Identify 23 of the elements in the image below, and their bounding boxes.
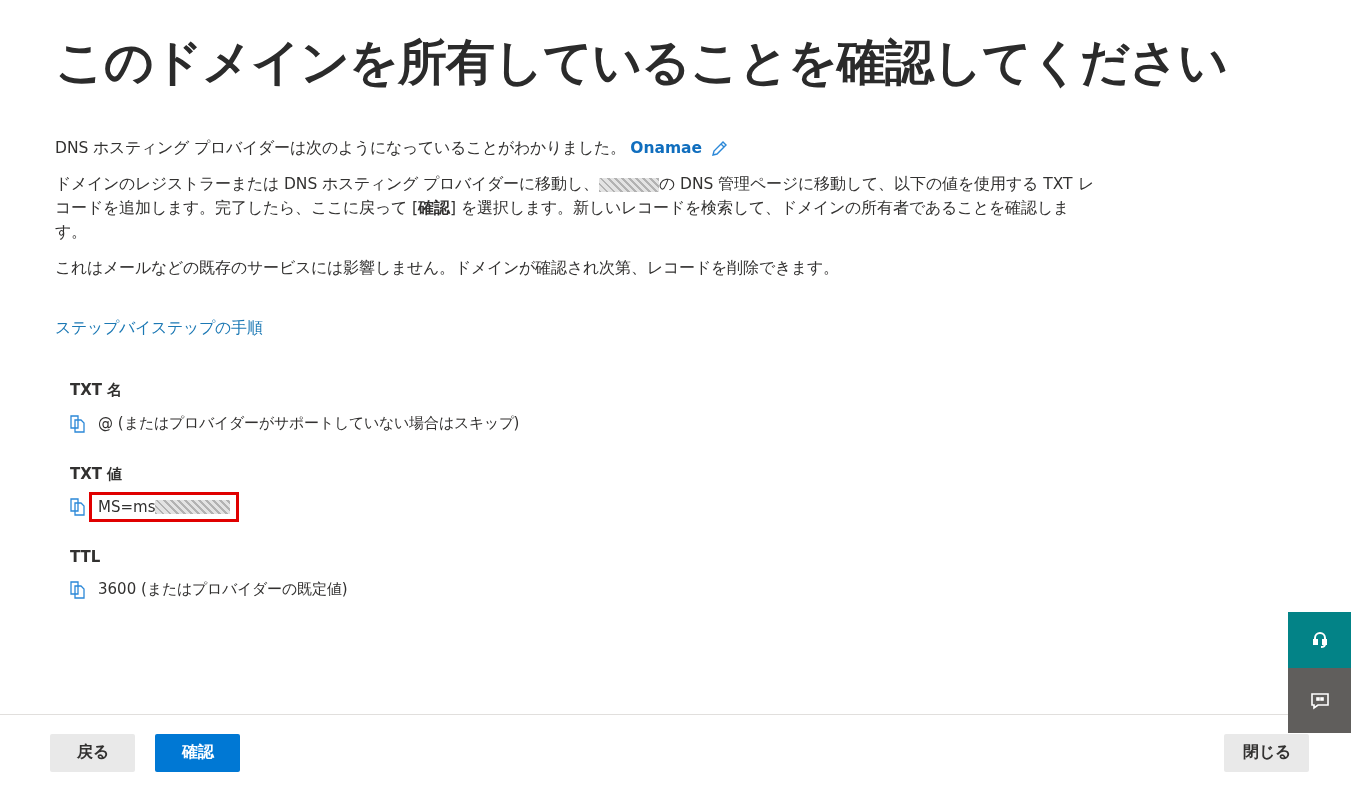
- copy-icon[interactable]: [70, 580, 86, 599]
- support-button[interactable]: [1288, 612, 1351, 668]
- copy-icon[interactable]: [70, 414, 86, 433]
- copy-icon[interactable]: [70, 498, 86, 516]
- record-value: 3600 (またはプロバイダーの既定値): [97, 579, 349, 600]
- record-label: TXT 値: [70, 465, 124, 484]
- record-label: TTL: [70, 548, 102, 566]
- note-text: これはメールなどの既存のサービスには影響しません。ドメインが確認され次第、レコードを削除できます。: [55, 258, 840, 279]
- chat-icon: [1309, 691, 1330, 710]
- page-title: このドメインを所有していることを確認してください: [55, 33, 1228, 93]
- record-label: TXT 名: [70, 381, 124, 400]
- provider-text: DNS ホスティング プロバイダーは次のようになっていることがわかりました。: [55, 139, 627, 157]
- headset-icon: [1311, 631, 1328, 649]
- pencil-icon[interactable]: [710, 139, 729, 158]
- provider-link[interactable]: Onamae: [630, 139, 703, 157]
- instructions-text: ドメインのレジストラーまたは DNS ホスティング プロバイダーに移動し、 の DNS 管理ページに移動して、以下の値を使用する TXT レコードを追加します。完了したら、ここに戻って [確認] を選択します。新しいレコードを検索して、ドメインの所有者であることを確認します。: [55, 174, 1095, 243]
- highlighted-value: MS=ms: [89, 492, 240, 522]
- back-button[interactable]: 戻る: [50, 733, 135, 772]
- confirm-button[interactable]: 確認: [155, 733, 240, 772]
- feedback-button[interactable]: [1288, 668, 1351, 733]
- record-value: @ (またはプロバイダーがサポートしていない場合はスキップ): [97, 413, 521, 434]
- help-link[interactable]: ステップバイステップの手順: [55, 318, 263, 339]
- close-button[interactable]: 閉じる: [1224, 733, 1309, 772]
